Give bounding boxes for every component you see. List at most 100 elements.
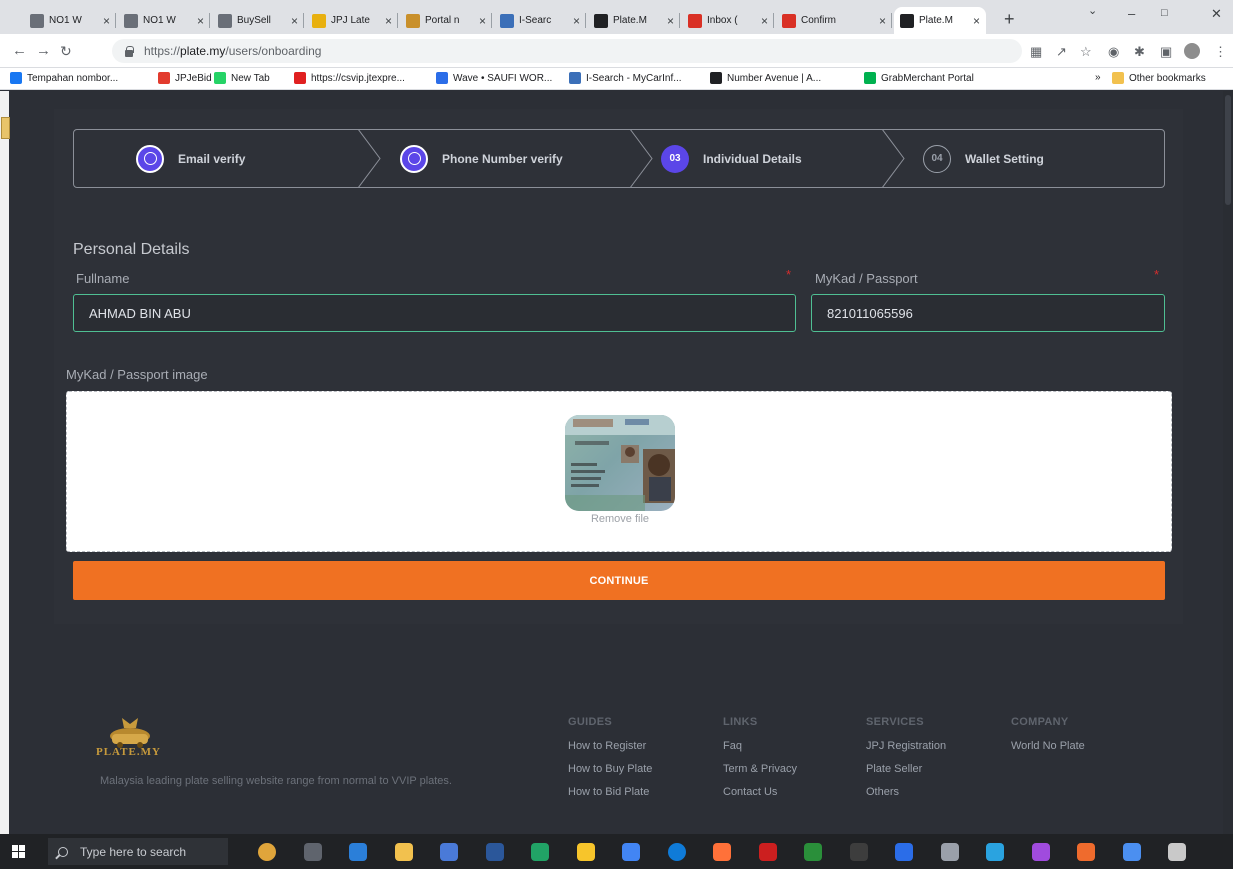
- url-scheme: https://: [144, 44, 181, 58]
- browser-tab[interactable]: JPJ Late ×: [306, 7, 398, 34]
- tab-close-icon[interactable]: ×: [385, 14, 392, 28]
- tab-favicon-icon: [500, 13, 514, 28]
- browser-tab[interactable]: NO1 W ×: [24, 7, 116, 34]
- taskbar-app-icon[interactable]: [531, 843, 549, 861]
- passport-input[interactable]: 821011065596: [811, 294, 1165, 332]
- screen: NO1 W × NO1 W × BuySell × JPJ Late × Portal n × I-…: [0, 0, 1233, 869]
- taskbar-app-icon[interactable]: [940, 843, 959, 861]
- bookmark-item[interactable]: Wave • SAUFI WOR...: [436, 72, 552, 84]
- bookmark-item[interactable]: JPJeBid: [158, 72, 212, 84]
- footer-link[interactable]: How to Register: [568, 740, 652, 763]
- id-card-picture: [565, 415, 675, 511]
- other-bookmarks-folder[interactable]: Other bookmarks: [1112, 72, 1206, 84]
- browser-tab[interactable]: Portal n ×: [400, 7, 492, 34]
- taskbar-app-icon[interactable]: [713, 843, 731, 861]
- windows-start-icon[interactable]: [12, 845, 26, 859]
- file-dropzone[interactable]: Remove file: [66, 391, 1172, 552]
- taskbar-app-icon[interactable]: [485, 843, 504, 861]
- close-window-button[interactable]: ✕: [1211, 6, 1222, 22]
- taskbar-app-icon[interactable]: [1168, 843, 1186, 861]
- taskbar-app-icon[interactable]: [895, 843, 913, 861]
- taskbar-app-icon[interactable]: [1077, 843, 1095, 861]
- remove-file-link[interactable]: Remove file: [67, 513, 1173, 525]
- tab-close-icon[interactable]: ×: [103, 14, 110, 28]
- browser-tab[interactable]: Inbox (×: [682, 7, 774, 34]
- minimize-button[interactable]: –: [1128, 6, 1135, 21]
- fullname-input[interactable]: AHMAD BIN ABU: [73, 294, 796, 332]
- tab-close-icon[interactable]: ×: [573, 14, 580, 28]
- tab-close-icon[interactable]: ×: [479, 14, 486, 28]
- reload-icon[interactable]: ↻: [60, 43, 72, 60]
- menu-kebab-icon[interactable]: ⋮: [1214, 44, 1227, 60]
- tab-close-icon[interactable]: ×: [761, 14, 768, 28]
- footer-column-company: COMPANY World No Plate: [1011, 716, 1085, 763]
- browser-tab[interactable]: Plate.M ×: [588, 7, 680, 34]
- bookmark-item[interactable]: Number Avenue | A...: [710, 72, 821, 84]
- taskbar-app-icon[interactable]: [349, 843, 367, 861]
- taskbar-app-icon[interactable]: [758, 843, 777, 861]
- tab-search-icon[interactable]: ⌄: [1088, 4, 1097, 17]
- tab-favicon-icon: [312, 13, 326, 28]
- more-bookmarks-button[interactable]: »: [1095, 72, 1101, 83]
- tab-close-icon[interactable]: ×: [667, 14, 674, 28]
- tab-close-icon[interactable]: ×: [973, 14, 980, 28]
- step-individual-details[interactable]: 03 Individual Details: [661, 130, 802, 187]
- footer-link[interactable]: Others: [866, 786, 946, 809]
- bookmark-star-icon[interactable]: ☆: [1080, 44, 1092, 60]
- address-bar[interactable]: https://plate.my/users/onboarding: [112, 39, 1022, 63]
- share-icon[interactable]: ↗: [1056, 44, 1067, 60]
- taskbar-search-box[interactable]: Type here to search: [48, 838, 228, 865]
- footer-link[interactable]: Faq: [723, 740, 797, 763]
- bookmark-item[interactable]: New Tab: [214, 72, 270, 84]
- browser-tab[interactable]: Plate.M ×: [894, 7, 986, 34]
- taskbar-app-icon[interactable]: [622, 843, 640, 861]
- puzzle-icon[interactable]: ✱: [1134, 44, 1145, 60]
- tab-close-icon[interactable]: ×: [879, 14, 886, 28]
- back-arrow-icon[interactable]: ←: [12, 42, 27, 59]
- taskbar-app-icon[interactable]: [1122, 843, 1141, 861]
- bookmark-item[interactable]: I-Search - MyCarInf...: [569, 72, 682, 84]
- step-wallet-setting[interactable]: 04 Wallet Setting: [923, 130, 1044, 187]
- footer-link[interactable]: How to Bid Plate: [568, 786, 652, 809]
- scrollbar-thumb[interactable]: [1225, 95, 1231, 205]
- bookmark-label: Tempahan nombor...: [27, 72, 119, 84]
- bookmark-item[interactable]: GrabMerchant Portal: [864, 72, 974, 84]
- tab-favicon-icon: [594, 13, 608, 28]
- step-phone-verify[interactable]: Phone Number verify: [400, 130, 563, 187]
- translate-icon[interactable]: ▦: [1030, 44, 1042, 60]
- profile-avatar[interactable]: [1184, 43, 1200, 59]
- browser-tab[interactable]: Confirm ×: [776, 7, 892, 34]
- bookmark-item[interactable]: https://csvip.jtexpre...: [294, 72, 405, 84]
- taskbar-app-icon[interactable]: [986, 843, 1004, 861]
- footer-link[interactable]: World No Plate: [1011, 740, 1085, 763]
- footer-link[interactable]: How to Buy Plate: [568, 763, 652, 786]
- bookmark-item[interactable]: Tempahan nombor...: [10, 72, 118, 84]
- extension-icon[interactable]: ◉: [1108, 44, 1119, 60]
- taskbar-app-icon[interactable]: [667, 843, 686, 861]
- taskbar-app-icon[interactable]: [394, 843, 413, 861]
- step-email-verify[interactable]: Email verify: [136, 130, 245, 187]
- forward-arrow-icon[interactable]: →: [36, 42, 51, 59]
- browser-tab[interactable]: BuySell ×: [212, 7, 304, 34]
- tab-close-icon[interactable]: ×: [291, 14, 298, 28]
- footer-link[interactable]: JPJ Registration: [866, 740, 946, 763]
- taskbar-app-icon[interactable]: [303, 843, 322, 861]
- footer-link[interactable]: Contact Us: [723, 786, 797, 809]
- taskbar-app-icon[interactable]: [804, 843, 822, 861]
- footer-link[interactable]: Plate Seller: [866, 763, 946, 786]
- continue-button[interactable]: CONTINUE: [73, 561, 1165, 600]
- tab-close-icon[interactable]: ×: [197, 14, 204, 28]
- browser-tab[interactable]: I-Searc ×: [494, 7, 586, 34]
- side-panel-icon[interactable]: ▣: [1160, 44, 1172, 60]
- browser-tab[interactable]: NO1 W ×: [118, 7, 210, 34]
- new-tab-button[interactable]: +: [1004, 9, 1015, 30]
- tab-favicon-icon: [688, 13, 702, 28]
- maximize-button[interactable]: □: [1161, 7, 1168, 19]
- taskbar-app-icon[interactable]: [1031, 843, 1050, 861]
- plate-my-logo[interactable]: PLATE.MY: [96, 716, 160, 760]
- taskbar-app-icon[interactable]: [849, 843, 868, 861]
- footer-link[interactable]: Term & Privacy: [723, 763, 797, 786]
- taskbar-app-icon[interactable]: [258, 843, 276, 861]
- taskbar-app-icon[interactable]: [576, 843, 595, 861]
- taskbar-app-icon[interactable]: [440, 843, 458, 861]
